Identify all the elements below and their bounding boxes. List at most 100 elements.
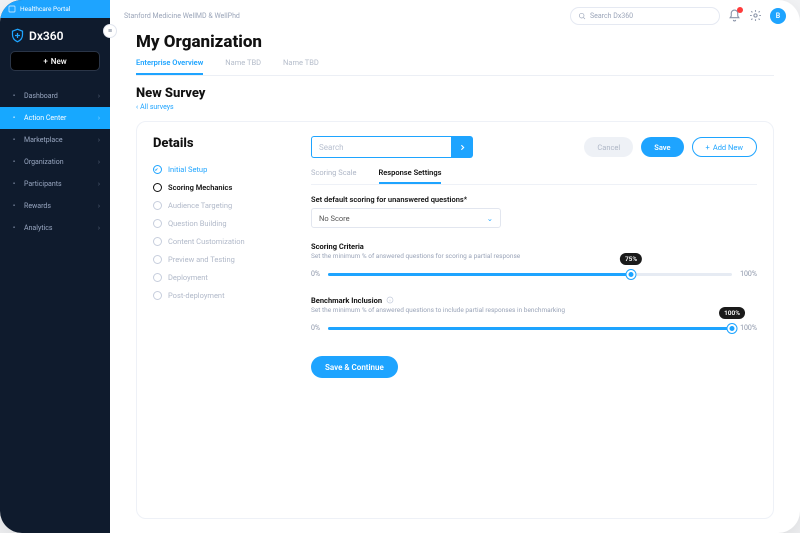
default-scoring-value: No Score	[319, 214, 350, 223]
slider-max-label: 100%	[740, 324, 757, 332]
back-link[interactable]: ‹ All surveys	[136, 103, 774, 111]
plus-icon: +	[43, 57, 47, 66]
slider-value-bubble: 100%	[719, 307, 745, 319]
default-scoring-label: Set default scoring for unanswered quest…	[311, 195, 757, 204]
tab-2[interactable]: Name TBD	[283, 58, 319, 75]
step-question-building[interactable]: Question Building	[153, 219, 293, 228]
chevron-right-icon: ›	[98, 114, 100, 122]
sidebar-item-label: Dashboard	[24, 92, 58, 100]
details-search-go[interactable]	[451, 136, 473, 158]
main: Stanford Medicine WellMD & WellPhd Searc…	[110, 0, 800, 533]
slider-track[interactable]: 100%	[328, 320, 732, 336]
step-indicator-icon	[153, 165, 162, 174]
sidebar-item-action-center[interactable]: • Action Center ›	[0, 107, 110, 129]
default-scoring-select[interactable]: No Score ⌄	[311, 208, 501, 228]
page-tabs: Enterprise Overview Name TBD Name TBD	[136, 58, 774, 76]
home-icon: •	[10, 92, 18, 100]
benchmark-title: Benchmark Inclusion	[311, 296, 757, 305]
bolt-icon: •	[10, 114, 18, 122]
sidebar-item-dashboard[interactable]: • Dashboard ›	[0, 85, 110, 107]
tab-1[interactable]: Name TBD	[225, 58, 261, 75]
chevron-left-icon: ‹	[136, 103, 138, 111]
chevron-right-icon: ›	[98, 136, 100, 144]
new-button-label: New	[51, 57, 67, 66]
product-name: Dx360	[29, 29, 63, 43]
step-label: Question Building	[168, 219, 227, 228]
portal-icon	[8, 5, 16, 13]
product-logo: Dx360	[0, 18, 110, 51]
sidebar: Healthcare Portal Dx360 + New • Dashboard…	[0, 0, 110, 533]
sidebar-item-label: Action Center	[24, 114, 66, 122]
step-initial-setup[interactable]: Initial Setup	[153, 165, 293, 174]
global-search-placeholder: Search Dx360	[590, 12, 633, 20]
slider-max-label: 100%	[740, 270, 757, 278]
sidebar-item-analytics[interactable]: • Analytics ›	[0, 217, 110, 239]
step-deployment[interactable]: Deployment	[153, 273, 293, 282]
chevron-right-icon: ›	[98, 224, 100, 232]
slider-thumb[interactable]	[627, 270, 636, 279]
details-card: Details Initial SetupScoring MechanicsAu…	[136, 121, 774, 519]
benchmark-group: Benchmark Inclusion Set the minimum % of…	[311, 296, 757, 336]
page: My Organization Enterprise Overview Name …	[110, 32, 800, 533]
portal-banner: Healthcare Portal	[0, 0, 110, 18]
sidebar-item-participants[interactable]: •Participants›	[0, 173, 110, 195]
details-right: Cancel Save + Add New Scoring Scale Respo…	[311, 136, 757, 500]
search-icon	[578, 12, 586, 20]
step-label: Preview and Testing	[168, 255, 235, 264]
info-icon	[386, 296, 394, 304]
settings-button[interactable]	[749, 9, 762, 24]
step-preview-and-testing[interactable]: Preview and Testing	[153, 255, 293, 264]
sidebar-item-marketplace[interactable]: •Marketplace›	[0, 129, 110, 151]
wizard-steps: Initial Setup Scoring Mechanics Audience T…	[153, 165, 293, 300]
notifications-button[interactable]	[728, 9, 741, 24]
chevron-down-icon: ⌄	[487, 214, 493, 223]
chart-icon: •	[10, 224, 18, 232]
subtab-scoring-scale[interactable]: Scoring Scale	[311, 168, 357, 184]
page-title: My Organization	[136, 32, 774, 52]
save-button[interactable]: Save	[641, 137, 683, 157]
slider-thumb[interactable]	[728, 324, 737, 333]
section-title: New Survey	[136, 86, 774, 101]
sidebar-item-rewards[interactable]: •Rewards›	[0, 195, 110, 217]
plus-icon: +	[706, 143, 710, 152]
sidebar-item-organization[interactable]: •Organization›	[0, 151, 110, 173]
gear-icon	[749, 9, 762, 22]
sidebar-nav: •Dashboard›•Action Center›•Marketplace›•…	[0, 85, 110, 239]
chevron-right-icon	[458, 143, 467, 152]
slider-fill	[328, 273, 631, 276]
step-post-deployment[interactable]: Post-deployment	[153, 291, 293, 300]
avatar[interactable]: B	[770, 8, 786, 24]
cancel-button[interactable]: Cancel	[584, 137, 633, 157]
step-indicator-icon	[153, 291, 162, 300]
tab-0[interactable]: Enterprise Overview	[136, 58, 203, 75]
topbar: Stanford Medicine WellMD & WellPhd Searc…	[110, 0, 800, 32]
step-indicator-icon	[153, 219, 162, 228]
slider-fill	[328, 327, 732, 330]
benchmark-help: Set the minimum % of answered questions …	[311, 306, 757, 314]
new-button[interactable]: + New	[10, 51, 100, 71]
add-new-button[interactable]: + Add New	[692, 137, 757, 157]
step-indicator-icon	[153, 255, 162, 264]
step-scoring-mechanics[interactable]: Scoring Mechanics	[153, 183, 293, 192]
slider-track[interactable]: 75%	[328, 266, 732, 282]
bag-icon: •	[10, 136, 18, 144]
save-continue-button[interactable]: Save & Continue	[311, 356, 398, 378]
app-shell: ≡ Healthcare Portal Dx360 + New • Dashboa…	[0, 0, 800, 533]
sidebar-item-label: Analytics	[24, 224, 53, 232]
add-new-label: Add New	[713, 143, 743, 152]
step-audience-targeting[interactable]: Audience Targeting	[153, 201, 293, 210]
scoring-criteria-slider: 0% 75% 100%	[311, 266, 757, 282]
details-search-input[interactable]	[311, 136, 451, 158]
details-search	[311, 136, 473, 158]
sidebar-collapse-handle[interactable]: ≡	[103, 24, 117, 38]
chevron-right-icon: ›	[98, 92, 100, 100]
slider-min-label: 0%	[311, 324, 320, 332]
scoring-criteria-title: Scoring Criteria	[311, 242, 757, 251]
step-content-customization[interactable]: Content Customization	[153, 237, 293, 246]
step-label: Content Customization	[168, 237, 245, 246]
notification-badge	[737, 7, 743, 13]
sidebar-item-label: Rewards	[24, 202, 51, 210]
subtab-response-settings[interactable]: Response Settings	[379, 168, 442, 184]
benchmark-slider: 0% 100% 100%	[311, 320, 757, 336]
global-search[interactable]: Search Dx360	[570, 7, 720, 25]
